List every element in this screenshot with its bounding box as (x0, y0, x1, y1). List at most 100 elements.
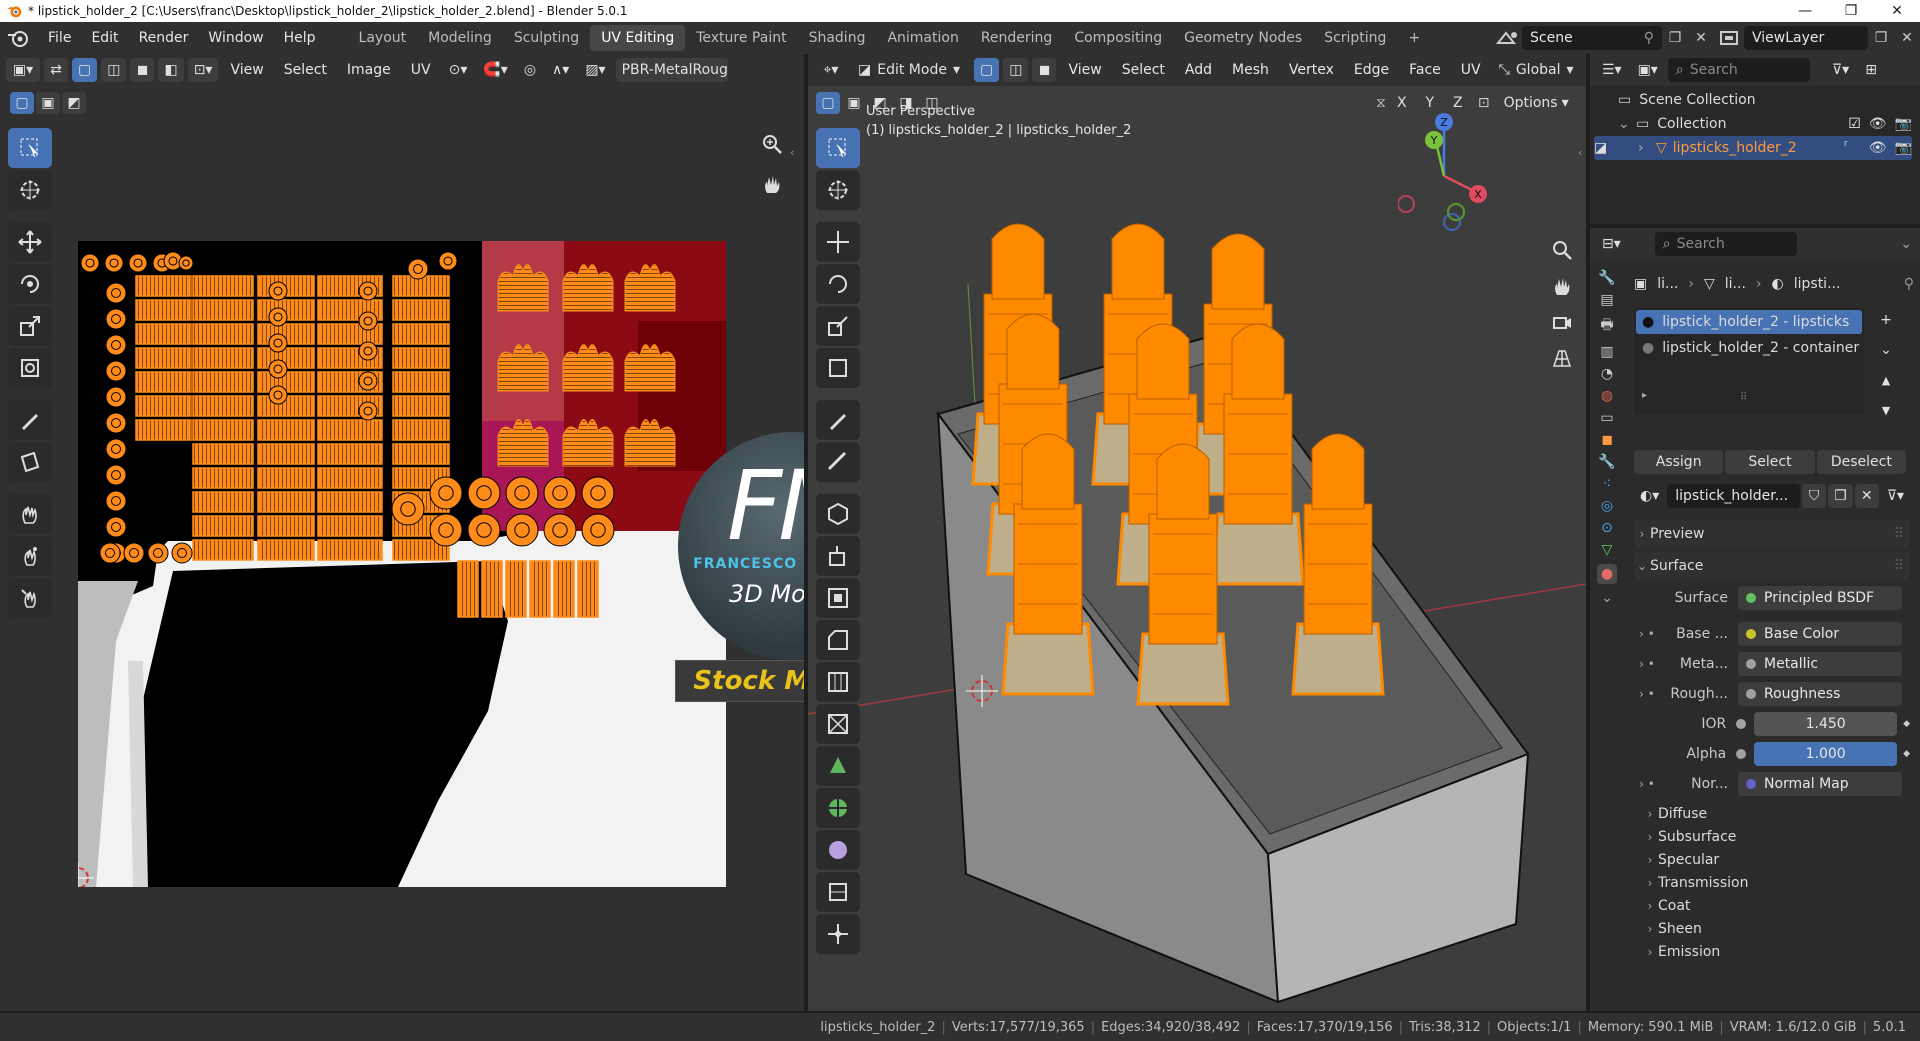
subsection-diffuse[interactable]: › Diffuse (1634, 802, 1910, 825)
image-name-field[interactable]: PBR-MetalRough (615, 58, 728, 82)
camera-view-icon[interactable] (1544, 304, 1580, 340)
pan-hand-icon[interactable] (754, 166, 790, 202)
tab-shading[interactable]: Shading (798, 25, 877, 51)
subsection-transmission[interactable]: › Transmission (1634, 871, 1910, 894)
tab-tool-icon[interactable]: 🔧 (1598, 270, 1615, 286)
annotate-tool[interactable] (8, 400, 52, 440)
tab-scene-icon[interactable]: ◔ (1601, 366, 1613, 382)
snap-icon[interactable]: 🧲▾ (477, 58, 513, 82)
surface-section-header[interactable]: ⌄ Surface ⠿ (1634, 552, 1910, 580)
delete-scene-icon[interactable]: ✕ (1688, 30, 1714, 46)
surface-shader-field[interactable]: Principled BSDF (1738, 586, 1902, 610)
tab-world-icon[interactable]: ◍ (1601, 388, 1613, 404)
duplicate-material-icon[interactable]: ❐ (1828, 484, 1853, 508)
subsection-specular[interactable]: › Specular (1634, 848, 1910, 871)
tab-data-icon[interactable]: ▽ (1602, 542, 1613, 558)
tab-material-icon[interactable]: ● (1596, 564, 1618, 584)
blender-menu-icon[interactable] (4, 26, 38, 50)
uv-menu-view[interactable]: View (222, 62, 271, 78)
collection-expand-icon[interactable]: ⌄ (1618, 116, 1636, 132)
outliner-search[interactable]: ⌕ Search (1667, 58, 1810, 82)
tab-view-layer-icon[interactable]: ▥ (1600, 344, 1613, 360)
new-scene-icon[interactable]: ❐ (1662, 30, 1688, 46)
select-subtract-icon[interactable]: ◩ (62, 92, 86, 114)
shader-input-field[interactable]: Metallic (1738, 652, 1902, 676)
tab-physics-icon[interactable]: ◎ (1601, 498, 1613, 514)
tab-texture-paint[interactable]: Texture Paint (685, 25, 797, 51)
scale-tool[interactable] (8, 306, 52, 346)
uv-canvas[interactable] (78, 241, 726, 887)
uv-vertex-select-icon[interactable]: ▢ (72, 58, 98, 82)
vp-select-box-tool[interactable] (816, 128, 860, 168)
gizmo-neg-z[interactable] (1443, 213, 1461, 231)
tab-uv-editing[interactable]: UV Editing (590, 25, 686, 51)
browse-material-icon[interactable]: ◐▾ (1634, 484, 1665, 508)
assign-button[interactable]: Assign (1634, 450, 1724, 474)
relax-tool[interactable] (8, 536, 52, 576)
properties-editor[interactable]: ⊟▾ ⌕ Search ⌄ 🔧 ▤ 🖶 ▥ ◔ ◍ ▭ ◼ 🔧 ⁖ ◎ ⊙ ▽ … (1590, 228, 1920, 1011)
tab-sculpting[interactable]: Sculpting (503, 25, 590, 51)
select-box-tool[interactable] (8, 128, 52, 168)
properties-search[interactable]: ⌕ Search (1654, 232, 1797, 256)
edit-mode-object-icon[interactable]: ◪ (1594, 140, 1618, 156)
vp-inset-tool[interactable] (816, 578, 860, 618)
unlink-material-icon[interactable]: ✕ (1854, 484, 1879, 508)
tab-render-icon[interactable]: ▤ (1600, 292, 1613, 308)
subsection-sheen[interactable]: › Sheen (1634, 917, 1910, 940)
view-layer-selector[interactable]: ViewLayer (1744, 26, 1868, 50)
grab-tool[interactable] (8, 494, 52, 534)
object-row[interactable]: ◪ › ▽ lipsticks_holder_2 ⸢ 👁 📷 (1594, 136, 1912, 160)
vp-edge-slide-tool[interactable] (816, 872, 860, 912)
gizmo-neg-y[interactable] (1447, 203, 1465, 221)
input-expand-icon[interactable]: › • (1634, 627, 1660, 641)
scene-icon[interactable] (1492, 27, 1522, 49)
uv-sync-selection-icon[interactable]: ⇄ (44, 58, 68, 82)
vp-cursor-tool[interactable] (816, 170, 860, 210)
pivot-point-icon[interactable]: ⊙▾ (443, 58, 474, 82)
properties-options-icon[interactable]: ⌄ (1900, 236, 1912, 252)
list-resize-handle-icon[interactable]: ⠿ (1740, 392, 1747, 403)
select-button[interactable]: Select (1725, 450, 1815, 474)
minimize-button[interactable]: — (1782, 3, 1828, 19)
proportional-edit-icon[interactable]: ◎ (518, 58, 542, 82)
new-collection-icon[interactable]: ⊞ (1859, 58, 1883, 82)
move-slot-down-button[interactable]: ▼ (1874, 398, 1898, 422)
vp-pan-icon[interactable] (1544, 268, 1580, 304)
tab-modeling[interactable]: Modeling (417, 25, 503, 51)
menu-window[interactable]: Window (198, 30, 273, 46)
cursor-tool[interactable] (8, 170, 52, 210)
vp-sidebar-toggle-icon[interactable]: ‹ (1578, 146, 1582, 159)
exclude-checkbox[interactable]: ☑ (1848, 116, 1861, 132)
image-browse-icon[interactable]: ▨▾ (579, 58, 611, 82)
fake-user-icon[interactable]: ⛉ (1802, 484, 1827, 508)
3d-viewport[interactable]: ⌖▾ ◪ Edit Mode ▾ ▢ ◫ ◼ View Select Add M… (808, 54, 1586, 1011)
menu-edit[interactable]: Edit (81, 30, 128, 46)
slot-menu-button[interactable]: ⌄ (1874, 338, 1898, 362)
vp-rotate-tool[interactable] (816, 264, 860, 304)
tab-compositing[interactable]: Compositing (1063, 25, 1173, 51)
sidebar-toggle-icon[interactable]: ‹ (790, 146, 794, 159)
visibility-eye-icon[interactable]: 👁 (1869, 116, 1887, 132)
gizmo-neg-x[interactable] (1398, 195, 1415, 213)
vp-poly-build-tool[interactable] (816, 746, 860, 786)
uv-island-select-icon[interactable]: ◧ (158, 58, 184, 82)
material-name-field[interactable]: lipstick_holder... (1667, 484, 1801, 508)
sticky-selection-icon[interactable]: ⊡▾ (187, 58, 219, 82)
list-expand-icon[interactable]: ▸ (1642, 390, 1647, 401)
select-new-icon[interactable]: ▢ (10, 92, 34, 114)
vp-bevel-tool[interactable] (816, 620, 860, 660)
tab-object-icon[interactable]: ◼ (1601, 432, 1613, 448)
vp-extrude-tool[interactable] (816, 536, 860, 576)
subsection-subsurface[interactable]: › Subsurface (1634, 825, 1910, 848)
shader-input-field[interactable]: 1.450 (1736, 712, 1898, 736)
tab-scripting[interactable]: Scripting (1313, 25, 1397, 51)
vp-knife-tool[interactable] (816, 704, 860, 744)
vp-loop-cut-tool[interactable] (816, 662, 860, 702)
add-workspace-button[interactable]: + (1397, 25, 1431, 51)
rip-tool[interactable] (8, 442, 52, 482)
collection-row[interactable]: ⌄ ▭ Collection ☑ 👁 📷 (1618, 112, 1912, 136)
tab-collection-icon[interactable]: ▭ (1600, 410, 1613, 426)
navigation-gizmo[interactable]: Z X Y (1398, 104, 1498, 239)
object-visibility-icon[interactable]: 👁 (1869, 140, 1887, 156)
material-slot-lipsticks[interactable]: ● lipstick_holder_2 - lipsticks (1636, 310, 1862, 334)
